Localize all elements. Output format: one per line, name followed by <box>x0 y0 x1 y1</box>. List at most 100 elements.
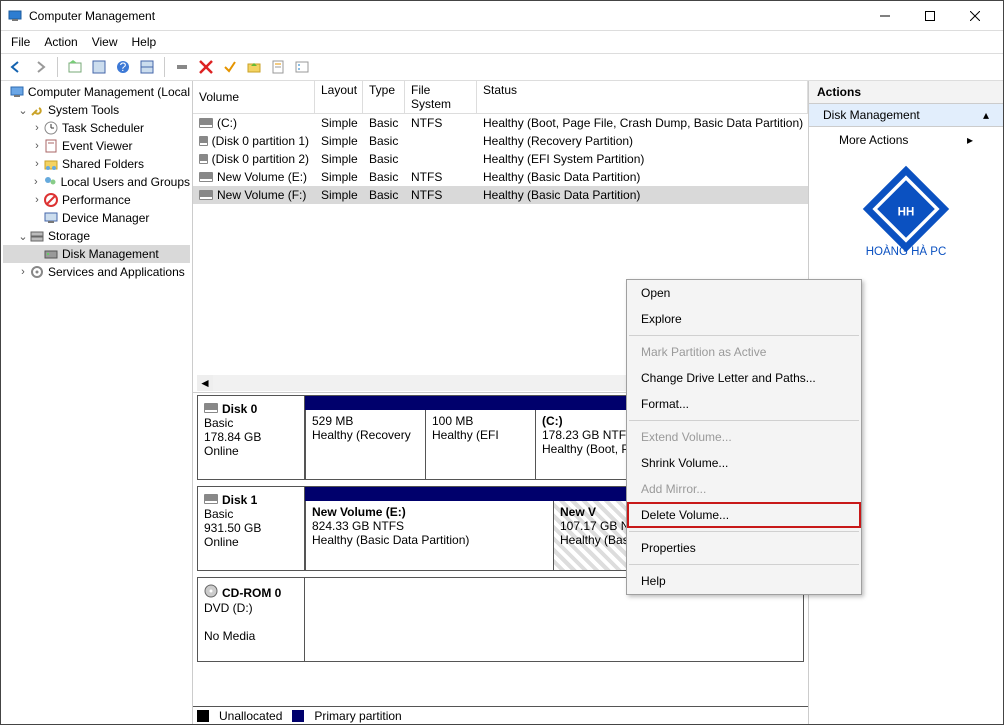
ctx-delete-volume-[interactable]: Delete Volume... <box>627 502 861 528</box>
volume-row[interactable]: (Disk 0 partition 1)SimpleBasicHealthy (… <box>193 132 808 150</box>
tree-item-shared-folders[interactable]: ›Shared Folders <box>3 155 190 173</box>
tree-twisty[interactable]: › <box>31 140 43 152</box>
actions-section[interactable]: Disk Management ▴ <box>809 104 1003 127</box>
help-button[interactable]: ? <box>112 56 134 78</box>
actions-header: Actions <box>809 81 1003 104</box>
svg-text:?: ? <box>120 60 127 74</box>
ctx-explore[interactable]: Explore <box>627 306 861 332</box>
volume-icon <box>199 136 208 146</box>
disk-icon <box>204 493 218 507</box>
folder-up-button[interactable] <box>243 56 265 78</box>
volume-layout: Simple <box>315 188 363 202</box>
check-button[interactable] <box>219 56 241 78</box>
properties-button[interactable] <box>267 56 289 78</box>
volume-row[interactable]: (C:)SimpleBasicNTFSHealthy (Boot, Page F… <box>193 114 808 132</box>
tree-item-task-scheduler[interactable]: › Task Scheduler <box>3 119 190 137</box>
volume-fs: NTFS <box>405 170 477 184</box>
tree-twisty[interactable]: › <box>31 194 43 206</box>
tree-item-local-users-and-groups[interactable]: ›Local Users and Groups <box>3 173 190 191</box>
volume-row[interactable]: New Volume (E:)SimpleBasicNTFSHealthy (B… <box>193 168 808 186</box>
tree-label: System Tools <box>48 103 119 117</box>
col-layout[interactable]: Layout <box>315 81 363 113</box>
legend-swatch-primary <box>292 710 304 722</box>
tree-twisty[interactable]: ⌄ <box>17 104 29 117</box>
col-volume[interactable]: Volume <box>193 81 315 113</box>
dev-icon <box>43 210 59 226</box>
scroll-left-icon[interactable]: ◄ <box>197 375 213 391</box>
tree-twisty[interactable]: › <box>31 122 43 134</box>
ctx-properties[interactable]: Properties <box>627 535 861 561</box>
ctx-format-[interactable]: Format... <box>627 391 861 417</box>
tree-item-disk-management[interactable]: Disk Management <box>3 245 190 263</box>
ctx-open[interactable]: Open <box>627 280 861 306</box>
tree-item-computer-management-local[interactable]: Computer Management (Local <box>3 83 190 101</box>
tree-twisty[interactable]: › <box>31 158 43 170</box>
disk-info[interactable]: Disk 0Basic178.84 GBOnline <box>197 395 305 480</box>
forward-button[interactable] <box>29 56 51 78</box>
disk-status: Online <box>204 535 298 549</box>
tree-label: Event Viewer <box>62 139 132 153</box>
back-button[interactable] <box>5 56 27 78</box>
maximize-button[interactable] <box>907 1 952 30</box>
up-button[interactable] <box>64 56 86 78</box>
nav-tree[interactable]: Computer Management (Local ⌄ System Tools ›… <box>1 81 193 724</box>
disk-icon <box>43 246 59 262</box>
close-button[interactable] <box>952 1 997 30</box>
col-type[interactable]: Type <box>363 81 405 113</box>
tree-item-system-tools[interactable]: ⌄ System Tools <box>3 101 190 119</box>
tree-item-device-manager[interactable]: Device Manager <box>3 209 190 227</box>
tree-twisty[interactable]: › <box>17 266 29 278</box>
ctx-separator <box>629 420 859 421</box>
disk-info[interactable]: Disk 1Basic931.50 GBOnline <box>197 486 305 571</box>
minimize-button[interactable] <box>862 1 907 30</box>
partition-status: Healthy (Basic Data Partition) <box>312 533 547 547</box>
tree-item-storage[interactable]: ⌄Storage <box>3 227 190 245</box>
actions-more[interactable]: More Actions ▸ <box>809 127 1003 153</box>
col-filesystem[interactable]: File System <box>405 81 477 113</box>
menu-view[interactable]: View <box>92 35 118 49</box>
settings-button[interactable] <box>171 56 193 78</box>
view-button-1[interactable] <box>88 56 110 78</box>
tree-label: Computer Management (Local <box>28 85 190 99</box>
tree-label: Disk Management <box>62 247 159 261</box>
svg-text:HOÀNG HÀ PC: HOÀNG HÀ PC <box>866 245 947 257</box>
volume-status: Healthy (EFI System Partition) <box>477 152 808 166</box>
disk-info[interactable]: CD-ROM 0DVD (D:) No Media <box>197 577 305 662</box>
svg-text:HH: HH <box>898 207 915 219</box>
volume-icon <box>199 154 208 164</box>
menu-action[interactable]: Action <box>44 35 77 49</box>
ctx-change-drive-letter-and-paths-[interactable]: Change Drive Letter and Paths... <box>627 365 861 391</box>
delete-button[interactable] <box>195 56 217 78</box>
col-status[interactable]: Status <box>477 81 808 113</box>
volume-row[interactable]: New Volume (F:)SimpleBasicNTFSHealthy (B… <box>193 186 808 204</box>
tree-item-services-and-applications[interactable]: › Services and Applications <box>3 263 190 281</box>
menu-file[interactable]: File <box>11 35 30 49</box>
tree-label: Performance <box>62 193 131 207</box>
ctx-shrink-volume-[interactable]: Shrink Volume... <box>627 450 861 476</box>
tree-label: Task Scheduler <box>62 121 144 135</box>
volume-header[interactable]: Volume Layout Type File System Status <box>193 81 808 114</box>
ctx-separator <box>629 531 859 532</box>
partition[interactable]: 529 MBHealthy (Recovery <box>305 410 425 479</box>
computer-management-window: Computer Management File Action View Hel… <box>0 0 1004 725</box>
ctx-help[interactable]: Help <box>627 568 861 594</box>
volume-status: Healthy (Boot, Page File, Crash Dump, Ba… <box>477 116 808 130</box>
chevron-right-icon: ▸ <box>967 133 973 147</box>
volume-row[interactable]: (Disk 0 partition 2)SimpleBasicHealthy (… <box>193 150 808 168</box>
partition-size: 529 MB <box>312 414 419 428</box>
menu-help[interactable]: Help <box>132 35 157 49</box>
list-button[interactable] <box>291 56 313 78</box>
partition[interactable]: New Volume (E:)824.33 GB NTFSHealthy (Ba… <box>305 501 553 570</box>
volume-layout: Simple <box>315 152 363 166</box>
storage-icon <box>29 228 45 244</box>
ctx-separator <box>629 564 859 565</box>
disk-icon <box>204 584 218 601</box>
tree-twisty[interactable]: ⌄ <box>17 230 29 243</box>
view-button-2[interactable] <box>136 56 158 78</box>
tree-item-event-viewer[interactable]: › Event Viewer <box>3 137 190 155</box>
tree-item-performance[interactable]: › Performance <box>3 191 190 209</box>
tree-label: Services and Applications <box>48 265 185 279</box>
disk-type: DVD (D:) <box>204 601 298 615</box>
partition[interactable]: 100 MBHealthy (EFI <box>425 410 535 479</box>
tree-twisty[interactable]: › <box>30 176 42 188</box>
